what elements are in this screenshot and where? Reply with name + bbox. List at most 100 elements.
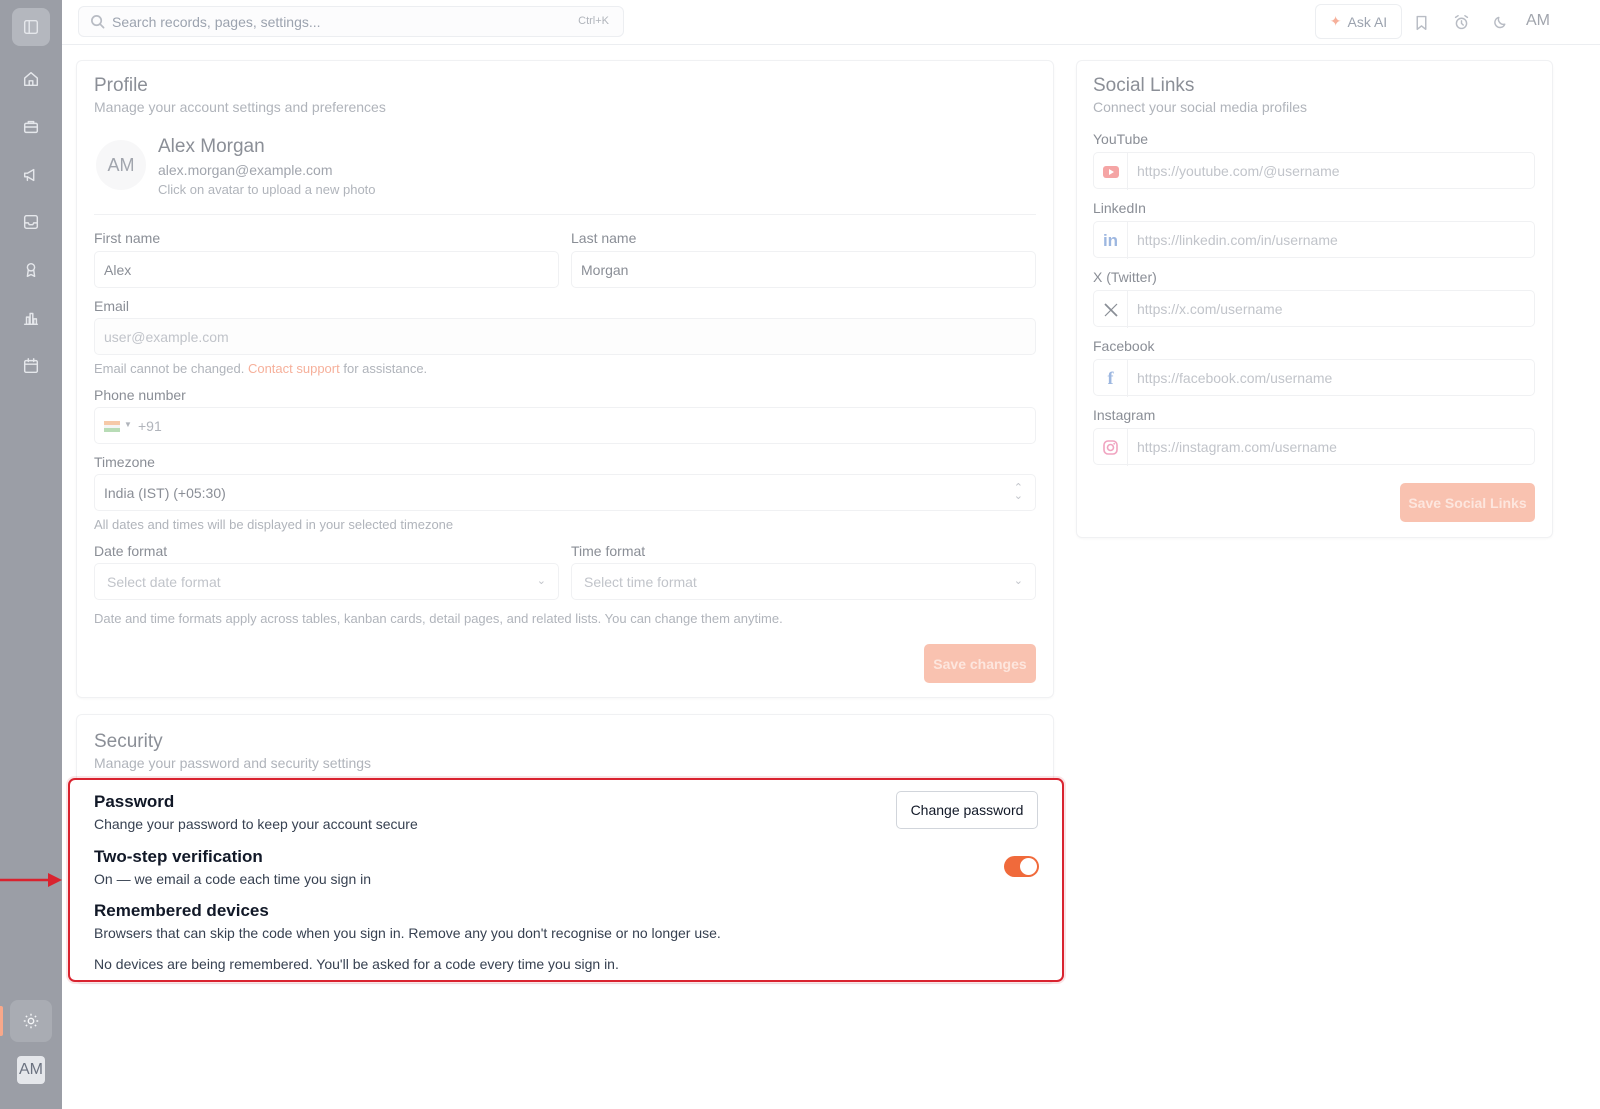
contact-support-link[interactable]: Contact support: [248, 361, 340, 376]
remembered-devices-empty: No devices are being remembered. You'll …: [94, 956, 619, 972]
sidebar-avatar[interactable]: AM: [17, 1056, 45, 1084]
megaphone-icon[interactable]: [18, 162, 44, 188]
x-twitter-field[interactable]: https://x.com/username: [1093, 290, 1535, 328]
format-help: Date and time formats apply across table…: [94, 611, 783, 626]
alarm-clock-icon[interactable]: [1451, 12, 1471, 32]
chevron-down-icon: ⌄: [1013, 575, 1023, 587]
toggle-knob: [1020, 858, 1037, 875]
profile-divider: [94, 214, 1036, 215]
profile-title: Profile: [94, 75, 148, 96]
date-format-label: Date format: [94, 543, 168, 559]
india-flag-icon[interactable]: [104, 421, 120, 432]
home-icon[interactable]: [18, 66, 44, 92]
time-format-select[interactable]: Select time format ⌄: [571, 563, 1036, 600]
x-twitter-label: X (Twitter): [1093, 269, 1157, 285]
youtube-placeholder: https://youtube.com/@username: [1137, 163, 1340, 179]
email-help-text: Email cannot be changed.: [94, 361, 245, 376]
timezone-select[interactable]: India (IST) (+05:30) ⌃ ⌄: [94, 474, 1036, 511]
security-subtitle: Manage your password and security settin…: [94, 755, 372, 771]
x-icon: [1094, 291, 1128, 328]
time-format-label: Time format: [571, 543, 646, 559]
bookmark-icon[interactable]: [1411, 12, 1431, 32]
time-format-placeholder: Select time format: [584, 574, 697, 590]
save-social-links-button[interactable]: Save Social Links: [1400, 483, 1535, 522]
instagram-field[interactable]: https://instagram.com/username: [1093, 428, 1535, 466]
profile-subtitle: Manage your account settings and prefere…: [94, 99, 386, 115]
last-name-value: Morgan: [581, 262, 629, 278]
last-name-label: Last name: [571, 230, 637, 246]
chart-icon[interactable]: [18, 305, 44, 331]
remembered-devices-title: Remembered devices: [94, 901, 269, 920]
timezone-value: India (IST) (+05:30): [104, 485, 226, 501]
linkedin-icon: in: [1094, 222, 1128, 259]
search-icon: [90, 14, 105, 29]
select-arrows-icon: ⌃ ⌄: [1013, 482, 1023, 502]
social-subtitle: Connect your social media profiles: [1093, 99, 1307, 115]
inbox-icon[interactable]: [18, 209, 44, 235]
youtube-icon: [1094, 153, 1128, 190]
date-format-select[interactable]: Select date format ⌄: [94, 563, 559, 600]
settings-icon[interactable]: [10, 1000, 52, 1042]
date-format-placeholder: Select date format: [107, 574, 221, 590]
email-help: Email cannot be changed. Contact support…: [94, 361, 427, 376]
topbar: Ctrl+K ✦ Ask AI AM: [62, 0, 1600, 45]
user-avatar[interactable]: AM: [1526, 12, 1550, 30]
email-placeholder: user@example.com: [104, 329, 229, 345]
instagram-placeholder: https://instagram.com/username: [1137, 439, 1337, 455]
youtube-field[interactable]: https://youtube.com/@username: [1093, 152, 1535, 190]
email-help-suffix: for assistance.: [343, 361, 428, 376]
search-shortcut: Ctrl+K: [578, 15, 609, 27]
phone-field[interactable]: ▼ +91: [94, 407, 1036, 444]
profile-name: Alex Morgan: [158, 136, 265, 157]
two-step-toggle[interactable]: [1004, 856, 1039, 877]
instagram-label: Instagram: [1093, 407, 1156, 423]
moon-icon[interactable]: [1490, 12, 1510, 32]
chevron-down-icon: ⌄: [536, 575, 546, 587]
security-settings-highlight: Password Change your password to keep yo…: [68, 778, 1064, 982]
password-desc: Change your password to keep your accoun…: [94, 816, 418, 832]
social-title: Social Links: [1093, 75, 1195, 96]
linkedin-placeholder: https://linkedin.com/in/username: [1137, 232, 1338, 248]
phone-label: Phone number: [94, 387, 186, 403]
sidebar: AM: [0, 0, 62, 1109]
profile-email: alex.morgan@example.com: [158, 162, 333, 178]
password-title: Password: [94, 792, 175, 811]
last-name-field[interactable]: Morgan: [571, 251, 1036, 288]
save-changes-button[interactable]: Save changes: [924, 644, 1036, 683]
youtube-label: YouTube: [1093, 131, 1149, 147]
search-bar[interactable]: Ctrl+K: [78, 6, 624, 37]
facebook-placeholder: https://facebook.com/username: [1137, 370, 1333, 386]
change-password-button[interactable]: Change password: [896, 791, 1038, 829]
facebook-icon: f: [1094, 360, 1128, 397]
phone-prefix: +91: [138, 418, 162, 434]
linkedin-label: LinkedIn: [1093, 200, 1146, 216]
award-icon[interactable]: [18, 257, 44, 283]
timezone-help: All dates and times will be displayed in…: [94, 517, 454, 532]
sidebar-toggle-icon[interactable]: [12, 8, 50, 46]
first-name-field[interactable]: Alex: [94, 251, 559, 288]
sparkle-icon: ✦: [1329, 13, 1342, 29]
country-dropdown-icon[interactable]: ▼: [124, 420, 132, 429]
two-step-title: Two-step verification: [94, 847, 263, 866]
ask-ai-label: Ask AI: [1347, 13, 1388, 30]
email-label: Email: [94, 298, 130, 314]
email-field: user@example.com: [94, 318, 1036, 355]
briefcase-icon[interactable]: [18, 114, 44, 140]
active-indicator: [0, 1006, 3, 1036]
two-step-desc: On — we email a code each time you sign …: [94, 871, 372, 887]
ask-ai-button[interactable]: ✦ Ask AI: [1315, 4, 1402, 39]
annotation-arrow: [0, 873, 62, 887]
timezone-label: Timezone: [94, 454, 155, 470]
calendar-icon[interactable]: [18, 353, 44, 379]
avatar-hint: Click on avatar to upload a new photo: [158, 182, 376, 197]
facebook-field[interactable]: f https://facebook.com/username: [1093, 359, 1535, 397]
first-name-value: Alex: [104, 262, 132, 278]
facebook-label: Facebook: [1093, 338, 1155, 354]
linkedin-field[interactable]: in https://linkedin.com/in/username: [1093, 221, 1535, 259]
profile-avatar[interactable]: AM: [96, 140, 146, 190]
first-name-label: First name: [94, 230, 161, 246]
instagram-icon: [1094, 429, 1128, 466]
remembered-devices-desc: Browsers that can skip the code when you…: [94, 925, 721, 941]
search-input[interactable]: [112, 11, 552, 33]
security-title: Security: [94, 731, 163, 752]
